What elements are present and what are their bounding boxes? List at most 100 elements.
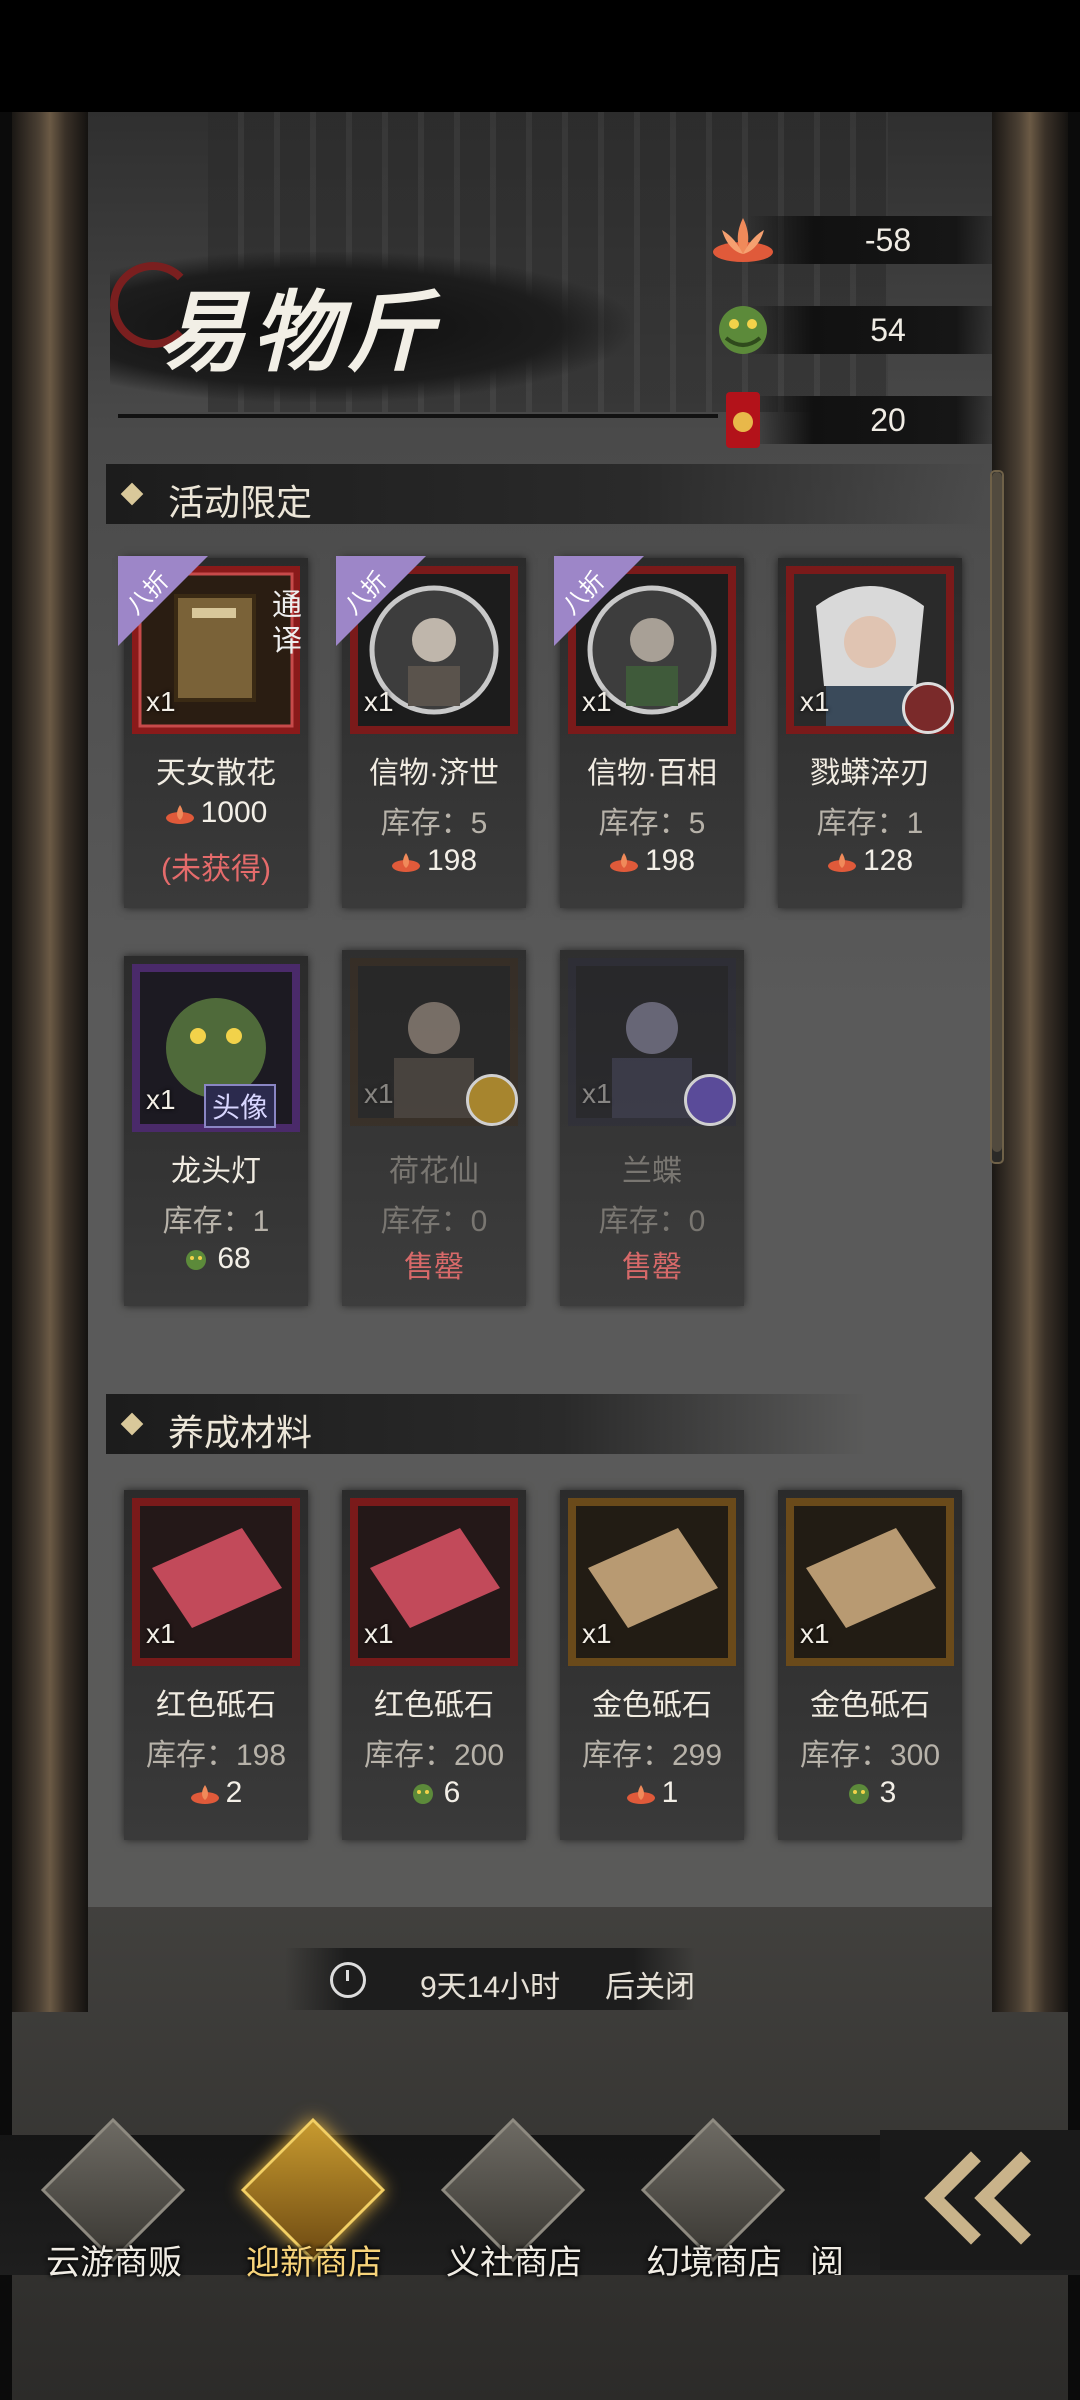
dragon-icon (186, 1250, 207, 1271)
item-price: 198 (342, 844, 526, 878)
shop-item-card[interactable]: 八折 通译 x1 天女散花 1000 (未获得) (118, 556, 308, 908)
shop-item-card[interactable]: 八折 x1 信物·济世 库存：5 198 (336, 556, 526, 908)
shop-item-card-sold-out[interactable]: x1 荷花仙 库存：0 售罄 (342, 950, 526, 1306)
title-divider (118, 414, 718, 418)
item-stock: 库存：5 (380, 807, 488, 840)
currency-dragon[interactable]: 54 (708, 298, 992, 360)
item-stock: 库存：1 (816, 807, 924, 840)
tab-label: 迎新商店 (246, 2244, 382, 2282)
item-status: 售罄 (622, 1251, 682, 1284)
item-price: 198 (560, 844, 744, 878)
item-name: 龙头灯 (171, 1155, 261, 1188)
item-quantity: x1 (146, 686, 176, 717)
shop-item-card[interactable]: x1 金色砥石 库存：299 1 (560, 1490, 744, 1840)
lotus-icon (391, 853, 420, 873)
item-price: 1 (560, 1776, 744, 1810)
left-pillar (12, 112, 88, 2012)
item-price: 1000 (124, 796, 308, 830)
lotus-icon (609, 853, 638, 873)
item-name: 信物·济世 (369, 757, 499, 790)
currency-value: 54 (870, 312, 906, 348)
page-title: 易物斤 (158, 280, 441, 384)
item-status: 售罄 (404, 1251, 464, 1284)
item-quantity: x1 (800, 1618, 830, 1649)
timer-suffix: 后关闭 (605, 1971, 695, 2004)
item-name: 金色砥石 (810, 1689, 930, 1722)
item-stock: 库存：299 (581, 1739, 723, 1772)
currency-value: -58 (864, 222, 912, 258)
fortune-envelope-icon (726, 392, 760, 448)
item-price: 6 (342, 1776, 526, 1810)
close-timer: 9天14小时 后关闭 (285, 1948, 695, 2010)
item-quantity: x1 (364, 1618, 394, 1649)
diamond-icon (120, 1412, 144, 1436)
item-stock: 库存：300 (799, 1739, 941, 1772)
tab-label: 阅 (810, 2244, 844, 2275)
item-name: 天女散花 (156, 757, 276, 790)
item-name: 荷花仙 (389, 1155, 479, 1188)
shop-item-card[interactable]: x1 红色砥石 库存：200 6 (342, 1490, 526, 1840)
item-stock: 库存：0 (380, 1205, 488, 1238)
shop-item-card[interactable]: x1 戮蟒淬刃 库存：1 128 (778, 558, 962, 908)
item-quantity: x1 (146, 1084, 176, 1115)
shop-item-card[interactable]: x1 红色砥石 库存：198 2 (124, 1490, 308, 1840)
section-header-materials: 养成材料 (106, 1394, 866, 1454)
currency-lotus[interactable]: -58 (708, 208, 992, 270)
dragon-icon (719, 306, 767, 354)
outfit-icon (466, 1074, 518, 1126)
item-name: 信物·百相 (587, 757, 717, 790)
discount-label: 八折 (339, 567, 393, 621)
lotus-icon (190, 1785, 219, 1805)
side-tag: 通译 (272, 589, 302, 658)
discount-label: 八折 (121, 567, 175, 621)
item-price: 128 (778, 844, 962, 878)
scrollbar[interactable] (990, 470, 1004, 1164)
item-stock: 库存：198 (145, 1739, 287, 1772)
outfit-icon (684, 1074, 736, 1126)
lotus-icon (165, 805, 194, 825)
tab-guild-shop[interactable]: 义社商店 (414, 2117, 614, 2282)
item-price: 68 (124, 1242, 308, 1276)
currency-value: 20 (870, 402, 906, 438)
item-name: 红色砥石 (156, 1689, 276, 1722)
item-price: 2 (124, 1776, 308, 1810)
item-stock: 库存：0 (598, 1205, 706, 1238)
scrollbar-thumb[interactable] (992, 472, 1002, 1152)
section-title: 活动限定 (168, 482, 313, 523)
tab-wandering-merchant[interactable]: 云游商贩 (14, 2117, 214, 2282)
item-quantity: x1 (800, 686, 830, 717)
currency-fortune[interactable]: 20 (708, 388, 992, 450)
tab-label: 义社商店 (446, 2244, 582, 2282)
dragon-icon (412, 1784, 433, 1805)
section-header-limited: 活动限定 (106, 464, 986, 524)
clock-icon (330, 1962, 366, 1998)
item-name: 兰蝶 (622, 1155, 682, 1188)
shop-item-card[interactable]: x1 头像 龙头灯 库存：1 68 (124, 956, 308, 1306)
shop-item-card-sold-out[interactable]: x1 兰蝶 库存：0 售罄 (560, 950, 744, 1306)
item-name: 戮蟒淬刃 (810, 757, 930, 790)
item-price: 3 (778, 1776, 962, 1810)
item-status: (未获得) (161, 853, 271, 886)
item-stock: 库存：200 (363, 1739, 505, 1772)
item-stock: 库存：1 (162, 1205, 270, 1238)
item-quantity: x1 (582, 1618, 612, 1649)
item-quantity: x1 (146, 1618, 176, 1649)
shop-item-card[interactable]: x1 金色砥石 库存：300 3 (778, 1490, 962, 1840)
tab-reading-shop[interactable]: 阅 (782, 2135, 872, 2275)
dragon-icon (848, 1784, 869, 1805)
section-title: 养成材料 (168, 1412, 313, 1453)
item-stock: 库存：5 (598, 807, 706, 840)
timer-remaining: 9天14小时 (420, 1971, 561, 2004)
tab-newcomer-shop[interactable]: 迎新商店 (214, 2117, 414, 2282)
chevron-left-icon (974, 2151, 1068, 2245)
item-name: 金色砥石 (592, 1689, 712, 1722)
item-name: 红色砥石 (374, 1689, 494, 1722)
diamond-icon (120, 482, 144, 506)
collapse-tabs-button[interactable] (880, 2130, 1080, 2270)
tab-label: 云游商贩 (46, 2244, 182, 2282)
outfit-icon (902, 682, 954, 734)
lotus-icon (713, 218, 773, 262)
shop-item-card[interactable]: 八折 x1 信物·百相 库存：5 198 (554, 556, 744, 908)
lotus-icon (827, 853, 856, 873)
item-quantity: x1 (582, 686, 612, 717)
